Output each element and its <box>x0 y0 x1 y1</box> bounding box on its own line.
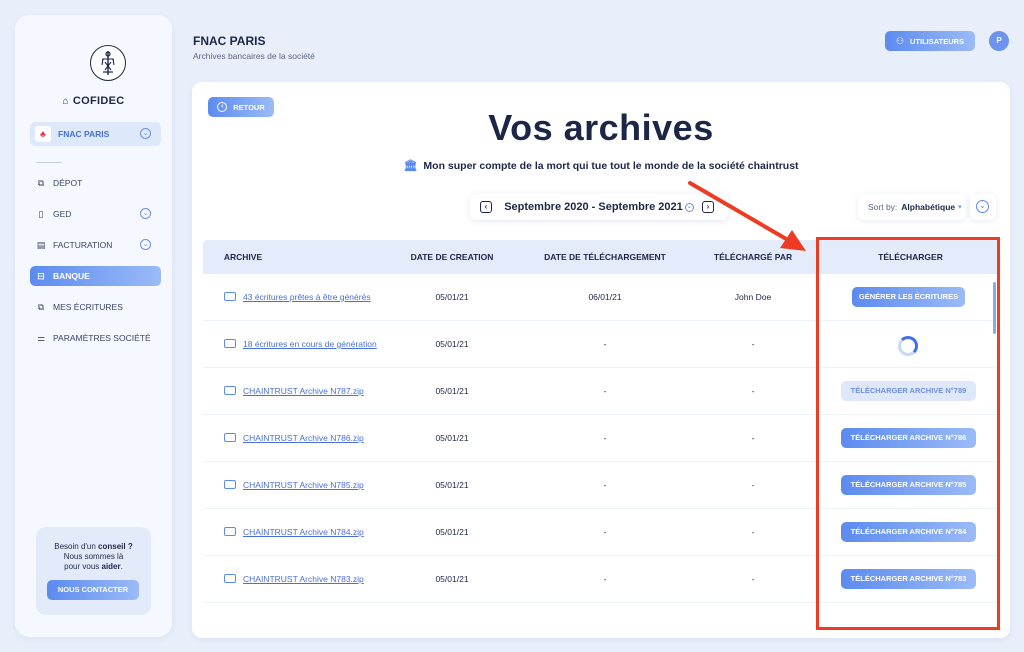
logo <box>90 45 126 81</box>
date-creation: 05/01/21 <box>435 527 469 537</box>
date-creation: 05/01/21 <box>435 433 469 443</box>
sort-toggle-button[interactable]: ⌄ <box>970 194 996 220</box>
company-label: FNAC PARIS <box>58 129 110 139</box>
archive-link[interactable]: CHAINTRUST Archive N787.zip <box>224 368 394 415</box>
help-box: Besoin d'un conseil ? Nous sommes là pou… <box>36 527 151 615</box>
archive-link[interactable]: CHAINTRUST Archive N786.zip <box>224 415 394 462</box>
sidebar-item-label: GED <box>53 209 72 219</box>
period-label: Septembre 2020 - Septembre 2021 <box>504 201 683 213</box>
date-creation: 05/01/21 <box>435 574 469 584</box>
sort-label: Sort by: <box>868 202 898 212</box>
archive-link[interactable]: CHAINTRUST Archive N783.zip <box>224 556 394 603</box>
deposit-icon: ⧉ <box>37 178 45 188</box>
entries-icon: ⧉ <box>37 302 45 312</box>
chevron-right-icon[interactable]: › <box>702 201 714 213</box>
date-telechargement: - <box>603 433 607 443</box>
sort-value: Alphabétique <box>901 202 956 212</box>
folder-icon <box>224 339 236 348</box>
column-date-creation: DATE DE CREATION <box>410 252 494 262</box>
sidebar-item-depot[interactable]: ⧉ DÉPOT <box>30 173 161 193</box>
help-line-1: Besoin d'un conseil ? <box>54 542 133 551</box>
contact-button[interactable]: NOUS CONTACTER <box>47 580 139 600</box>
sort-selector[interactable]: Sort by: Alphabétique ▾ <box>858 194 966 220</box>
company-logo-icon: ♣ <box>35 126 51 142</box>
sidebar-item-label: DÉPOT <box>53 178 83 188</box>
folder-icon <box>224 386 236 395</box>
telecharge-par: - <box>751 386 755 396</box>
folder-icon <box>224 433 236 442</box>
bank-icon: 🏛 <box>403 160 418 172</box>
users-icon: ⚇ <box>895 35 905 46</box>
folder-icon <box>224 574 236 583</box>
account-subtitle: 🏛 Mon super compte de la mort qui tue tou… <box>403 160 799 172</box>
column-telecharge-par: TÉLÉCHARGÉ PAR <box>713 252 793 262</box>
chevron-left-icon[interactable]: ‹ <box>480 201 492 213</box>
brand-name: ⌂ COFIDEC <box>62 95 125 107</box>
sidebar-item-label: FACTURATION <box>53 240 113 250</box>
page-subtitle: Archives bancaires de la société <box>193 51 315 61</box>
date-creation: 05/01/21 <box>435 339 469 349</box>
chevron-down-icon: ⌄ <box>684 202 694 212</box>
help-line-3: pour vous aider. <box>64 562 123 571</box>
chevron-down-icon: ⌄ <box>140 128 151 139</box>
telecharge-par: John Doe <box>734 292 772 302</box>
date-telechargement: - <box>603 386 607 396</box>
archive-link[interactable]: CHAINTRUST Archive N784.zip <box>224 509 394 556</box>
archive-link[interactable]: 43 écritures prêtes à être générés <box>224 274 394 321</box>
sidebar: ⌂ COFIDEC ♣ FNAC PARIS ⌄ ⧉ DÉPOT ▯ GED ⌄ … <box>15 15 172 637</box>
telecharge-par: - <box>751 433 755 443</box>
company-selector[interactable]: ♣ FNAC PARIS ⌄ <box>30 122 161 146</box>
avatar[interactable]: P <box>989 31 1009 51</box>
date-creation: 05/01/21 <box>435 292 469 302</box>
help-line-2: Nous sommes là <box>63 552 124 561</box>
sidebar-item-label: MES ÉCRITURES <box>53 302 123 312</box>
telecharge-par: - <box>751 527 755 537</box>
date-creation: 05/01/21 <box>435 386 469 396</box>
chevron-down-icon: ⌄ <box>140 239 151 250</box>
date-creation: 05/01/21 <box>435 480 469 490</box>
date-telechargement: - <box>603 527 607 537</box>
column-archive: ARCHIVE <box>223 252 263 262</box>
telecharge-par: - <box>751 574 755 584</box>
page-title: FNAC PARIS <box>193 34 266 48</box>
date-telechargement: - <box>603 480 607 490</box>
sidebar-item-label: BANQUE <box>53 271 90 281</box>
archive-link[interactable]: 18 écritures en cours de génération <box>224 321 394 368</box>
period-selector[interactable]: ‹ Septembre 2020 - Septembre 2021 ⌄ › <box>470 194 728 220</box>
sidebar-item-facturation[interactable]: ▤ FACTURATION ⌄ <box>30 235 161 255</box>
date-telechargement: - <box>603 574 607 584</box>
date-telechargement: - <box>603 339 607 349</box>
archives-title: Vos archives <box>488 107 714 148</box>
folder-icon <box>224 527 236 536</box>
annotation-highlight-box <box>816 237 1000 630</box>
sidebar-item-mes-ecritures[interactable]: ⧉ MES ÉCRITURES <box>30 297 161 317</box>
caret-down-icon: ▾ <box>958 204 962 211</box>
sidebar-item-banque[interactable]: ⊟ BANQUE <box>30 266 161 286</box>
chevron-down-icon: ⌄ <box>976 200 989 213</box>
folder-icon <box>224 480 236 489</box>
sidebar-item-parametres-societe[interactable]: ⚌ PARAMÈTRES SOCIÉTÉ <box>30 328 161 348</box>
home-icon: ⌂ <box>62 96 69 107</box>
invoice-icon: ▤ <box>36 240 46 250</box>
folder-icon <box>224 292 236 301</box>
column-date-telechargement: DATE DE TÉLÉCHARGEMENT <box>544 252 666 262</box>
telecharge-par: - <box>751 480 755 490</box>
sidebar-item-label: PARAMÈTRES SOCIÉTÉ <box>53 333 151 343</box>
users-button[interactable]: ⚇ UTILISATEURS <box>885 31 975 51</box>
chevron-down-icon: ⌄ <box>140 208 151 219</box>
settings-icon: ⚌ <box>36 333 46 343</box>
telecharge-par: - <box>751 339 755 349</box>
sidebar-item-ged[interactable]: ▯ GED ⌄ <box>30 204 161 224</box>
archive-link[interactable]: CHAINTRUST Archive N785.zip <box>224 462 394 509</box>
logo-icon <box>101 51 115 75</box>
document-icon: ▯ <box>38 209 44 219</box>
date-telechargement: 06/01/21 <box>588 292 622 302</box>
sidebar-divider <box>36 162 62 163</box>
bank-icon: ⊟ <box>37 271 45 281</box>
